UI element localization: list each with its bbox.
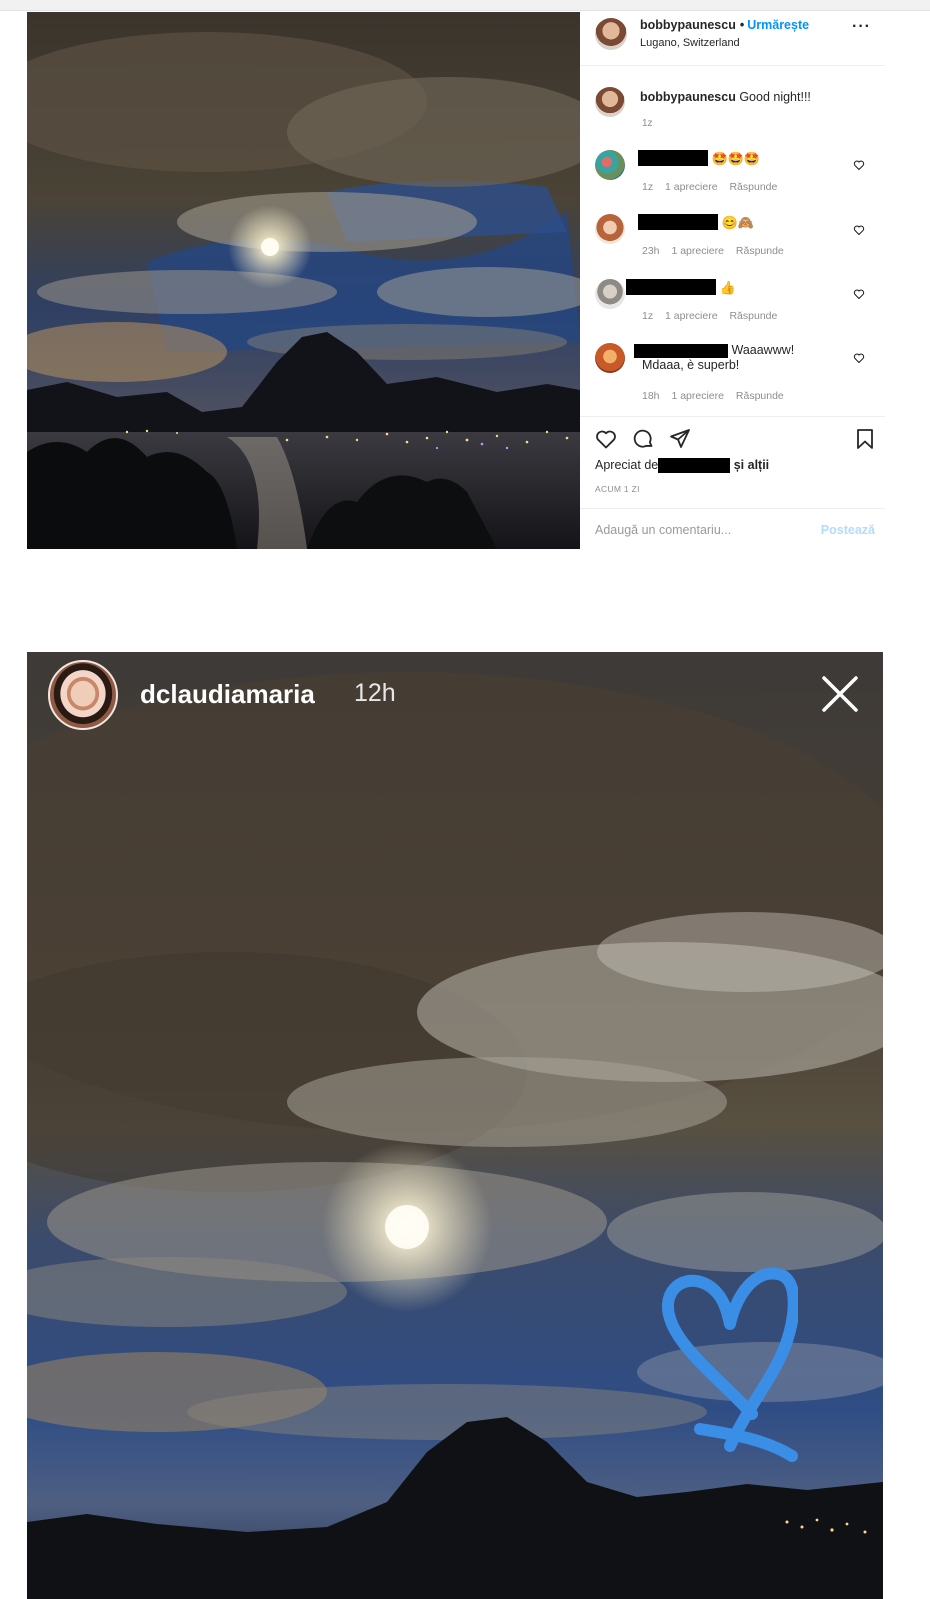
commenter-avatar[interactable] xyxy=(595,150,625,180)
redacted-username xyxy=(626,279,716,295)
comment-body: 😊🙈 xyxy=(638,214,754,230)
story-author-avatar[interactable] xyxy=(48,660,118,730)
comment-like-heart-icon[interactable] xyxy=(853,288,865,300)
comment-bubble-icon[interactable] xyxy=(631,427,655,451)
top-border xyxy=(0,0,930,11)
follow-button[interactable]: Urmărește xyxy=(747,18,809,32)
comment-body: 🤩🤩🤩 xyxy=(638,150,760,166)
like-heart-icon[interactable] xyxy=(594,427,618,451)
liked-by: Apreciat de și alții xyxy=(595,458,769,474)
comment-meta: 1z 1 apreciere Răspunde xyxy=(642,310,786,322)
comment-likes[interactable]: 1 apreciere xyxy=(665,181,718,193)
heart-doodle-sticker xyxy=(662,1267,798,1462)
post-comment-button[interactable]: Postează xyxy=(821,523,875,537)
actions-divider xyxy=(580,416,885,417)
post-header-title: bobbypaunescu • Urmărește xyxy=(640,18,809,32)
comment-emoji: 👍 xyxy=(719,279,736,295)
redacted-username xyxy=(638,150,708,166)
comment-body: 👍 xyxy=(626,279,736,295)
commenter-avatar[interactable] xyxy=(595,279,625,309)
share-send-icon[interactable] xyxy=(668,427,692,451)
close-icon[interactable] xyxy=(820,674,860,714)
comment-box-divider xyxy=(580,508,885,509)
night-lake-photo xyxy=(27,12,580,549)
heart-stroke xyxy=(662,1267,798,1462)
separator-dot: • xyxy=(739,18,745,32)
redacted-username xyxy=(638,214,718,230)
caption-username[interactable]: bobbypaunescu xyxy=(640,90,736,104)
story-time: 12h xyxy=(354,679,396,707)
comment-text: Waaawww! xyxy=(731,343,795,357)
comment-like-heart-icon[interactable] xyxy=(853,224,865,236)
comment-text-line2: Mdaaa, è superb! xyxy=(642,358,740,372)
reply-button[interactable]: Răspunde xyxy=(729,181,777,193)
comment-time: 23h xyxy=(642,245,660,257)
reply-button[interactable]: Răspunde xyxy=(736,390,784,402)
post-side-panel: bobbypaunescu • Urmărește Lugano, Switzerl… xyxy=(580,12,885,549)
comment-likes[interactable]: 1 apreciere xyxy=(665,310,718,322)
author-username[interactable]: bobbypaunescu xyxy=(640,18,736,32)
reply-button[interactable]: Răspunde xyxy=(736,245,784,257)
post-photo[interactable] xyxy=(27,12,580,549)
more-options-button[interactable]: ··· xyxy=(852,19,871,35)
comment-likes[interactable]: 1 apreciere xyxy=(671,245,724,257)
add-comment-input[interactable]: Adaugă un comentariu... xyxy=(595,523,731,537)
comment-meta: 23h 1 apreciere Răspunde xyxy=(642,245,793,257)
comment-emoji: 😊🙈 xyxy=(721,214,754,230)
author-avatar[interactable] xyxy=(595,18,627,50)
comment-likes[interactable]: 1 apreciere xyxy=(671,390,724,402)
caption-avatar[interactable] xyxy=(595,87,625,117)
redacted-username xyxy=(634,343,728,358)
liked-by-others[interactable]: și alții xyxy=(734,458,769,472)
liked-by-prefix: Apreciat de xyxy=(595,458,659,472)
bookmark-icon[interactable] xyxy=(853,427,877,451)
comment-like-heart-icon[interactable] xyxy=(853,159,865,171)
post-location[interactable]: Lugano, Switzerland xyxy=(640,37,740,49)
commenter-avatar[interactable] xyxy=(595,214,625,244)
redacted-liker xyxy=(658,458,731,474)
comment-meta: 1z 1 apreciere Răspunde xyxy=(642,181,786,193)
commenter-avatar[interactable] xyxy=(595,343,625,373)
caption: bobbypaunescu Good night!!! xyxy=(640,90,811,104)
story-username[interactable]: dclaudiamaria xyxy=(140,679,315,710)
header-divider xyxy=(580,65,885,66)
comment-time: 1z xyxy=(642,310,654,322)
comment-meta: 18h 1 apreciere Răspunde xyxy=(642,390,793,402)
story-viewer[interactable]: dclaudiamaria 12h xyxy=(27,652,883,1599)
caption-text: Good night!!! xyxy=(739,90,811,104)
post-date: ACUM 1 ZI xyxy=(595,484,640,494)
caption-time: 1z xyxy=(642,118,653,129)
comment-time: 1z xyxy=(642,181,654,193)
comment-body: Waaawww! Mdaaa, è superb! xyxy=(634,343,794,373)
comment-time: 18h xyxy=(642,390,660,402)
reply-button[interactable]: Răspunde xyxy=(729,310,777,322)
comment-like-heart-icon[interactable] xyxy=(853,352,865,364)
comment-emoji: 🤩🤩🤩 xyxy=(711,150,761,166)
